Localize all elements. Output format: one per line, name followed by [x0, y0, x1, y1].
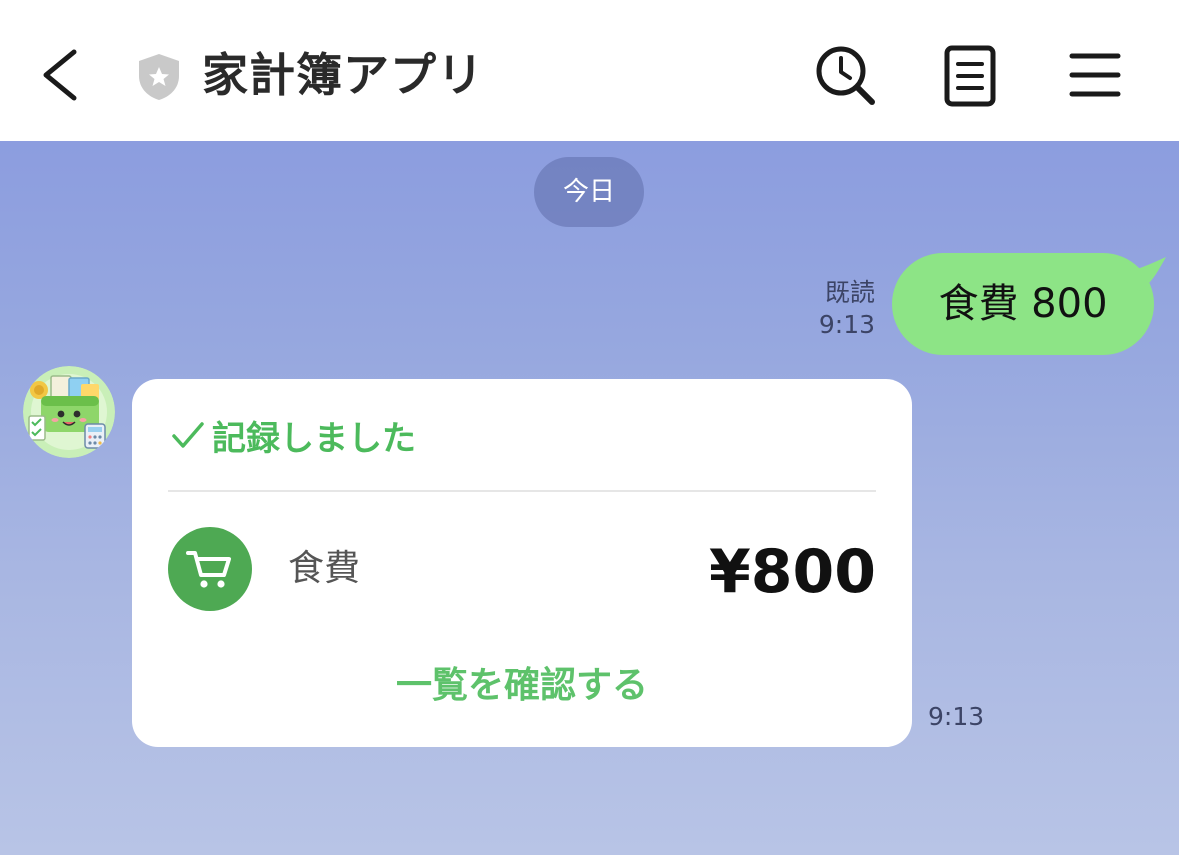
- divider: [168, 490, 876, 492]
- record-confirmation-card: 記録しました 食費 ¥800 一覧を確認する: [132, 379, 912, 747]
- wallet-mascot-icon: [23, 366, 115, 458]
- outgoing-message-text: 食費 800: [938, 281, 1108, 327]
- chat-area[interactable]: 今日 既読 9:13 食費 800 記録しました 食費 ¥800 一覧を確認する…: [0, 141, 1179, 855]
- back-button[interactable]: [30, 40, 90, 110]
- notes-button[interactable]: [938, 42, 1004, 108]
- menu-button[interactable]: [1062, 42, 1128, 108]
- cart-icon: [186, 551, 231, 588]
- read-receipt: 既読 9:13: [819, 277, 875, 341]
- bot-avatar[interactable]: [23, 366, 115, 458]
- read-label: 既読: [824, 278, 875, 307]
- page-title: 家計簿アプリ: [202, 48, 484, 102]
- checkmark-icon: [172, 422, 204, 448]
- menu-icon: [1069, 53, 1121, 97]
- amount-value: ¥800: [709, 537, 876, 607]
- search-icon: [816, 46, 875, 105]
- view-list-link[interactable]: 一覧を確認する: [132, 661, 912, 711]
- search-button[interactable]: [812, 42, 878, 108]
- date-separator: 今日: [534, 157, 644, 227]
- message-time: 9:13: [928, 702, 985, 731]
- chevron-left-icon: [43, 49, 77, 101]
- notes-icon: [944, 45, 996, 107]
- header-bar: 家計簿アプリ: [0, 0, 1179, 141]
- record-status-text: 記録しました: [212, 419, 416, 459]
- category-icon-badge: [168, 527, 252, 611]
- message-time: 9:13: [818, 310, 875, 339]
- record-status: 記録しました: [170, 417, 416, 461]
- category-label: 食費: [288, 548, 361, 589]
- shield-icon: [139, 54, 179, 100]
